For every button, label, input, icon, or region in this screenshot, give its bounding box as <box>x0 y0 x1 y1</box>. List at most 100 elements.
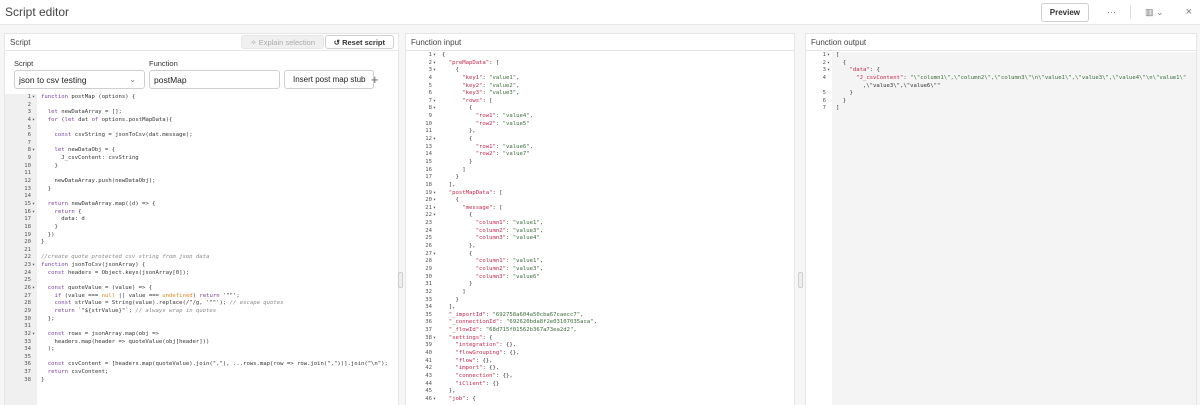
code-text: return newDataArray.map((d) => { <box>47 200 156 207</box>
line-number: 16 <box>425 166 432 173</box>
code-line: 25 "column3": "value4" <box>406 235 794 243</box>
close-icon[interactable]: × <box>1186 6 1192 18</box>
reset-script-button[interactable]: ↺ Reset script <box>324 35 394 49</box>
line-number: 36 <box>24 361 31 368</box>
insert-post-map-stub-button[interactable]: Insert post map stub <box>284 70 375 89</box>
line-number: 32 <box>425 288 432 295</box>
code-text: ], <box>442 304 456 311</box>
code-line: 34 ); <box>5 346 398 354</box>
code-line: 19 }) <box>5 232 398 240</box>
line-number: 19 <box>24 231 31 238</box>
line-number: 28 <box>24 300 31 307</box>
code-text: } <box>442 158 473 165</box>
code-line: 32 const rows = jsonArray.map(obj => <box>5 331 398 339</box>
resize-handle-left[interactable] <box>398 272 403 288</box>
code-text: "postMapData": [ <box>448 189 503 196</box>
line-number: 7 <box>406 98 436 106</box>
code-line: 30 }; <box>5 316 398 324</box>
line-number: 9 <box>27 155 31 162</box>
code-line: 16 return { <box>5 209 398 217</box>
add-icon[interactable]: + <box>371 72 379 87</box>
code-text: return `"${strValue}"`; // always wrap i… <box>54 307 217 314</box>
code-text: return { <box>54 208 82 215</box>
code-text: } <box>442 281 473 288</box>
code-line: 34 ], <box>406 304 794 312</box>
code-text: } <box>41 239 45 246</box>
code-text: "job": { <box>448 395 476 402</box>
code-line: 5 "key2": "value2", <box>406 83 794 91</box>
line-number: 26 <box>425 243 432 250</box>
line-number: 38 <box>406 335 436 343</box>
script-select[interactable]: json to csv testing ⌄ <box>14 70 145 89</box>
code-text: { <box>836 59 847 66</box>
code-line: 36 "_connectionId": "692620bda8f2e031070… <box>406 319 794 327</box>
code-text: }, <box>442 128 476 135</box>
code-line: 38} <box>5 377 398 385</box>
script-select-value: json to csv testing <box>19 74 87 85</box>
line-number: 5 <box>822 90 826 97</box>
code-line: 2 "preMapData": [ <box>406 60 794 68</box>
code-text: newDataArray.push(newDataObj); <box>41 178 156 185</box>
code-text: } <box>442 296 459 303</box>
code-line: ,\"value3\",\"value6\"" <box>806 83 1196 91</box>
more-icon[interactable]: ··· <box>1107 7 1116 17</box>
line-number: 25 <box>24 277 31 284</box>
line-number <box>806 83 830 91</box>
code-text: "flow": {}, <box>455 357 493 364</box>
code-line: 14 "row2": "value7" <box>406 151 794 159</box>
script-code-editor[interactable]: 1 function postMap (options) {23 let newD… <box>5 94 398 405</box>
line-number: 43 <box>425 372 432 379</box>
code-line: 40 "flowGrouping": {}, <box>406 350 794 358</box>
code-line: 44 "iClient": {} <box>406 381 794 389</box>
code-line: 46 "job": { <box>406 396 794 404</box>
line-number: 46 <box>406 396 436 404</box>
code-line: 23 function jsonToCsv(jsonArray) { <box>5 262 398 270</box>
code-text: const csvString = jsonToCsv(dat.message)… <box>54 132 193 139</box>
code-text: "_flowId": "68d715f01562b367a73ea2d2", <box>448 327 577 334</box>
resize-handle-right[interactable] <box>798 272 803 288</box>
code-text: } <box>836 90 853 97</box>
code-text: const quoteValue = (value) => { <box>47 285 153 292</box>
line-number: 33 <box>425 296 432 303</box>
line-number: 5 <box>428 82 432 89</box>
line-number: 17 <box>425 174 432 181</box>
layout-panel-icon[interactable]: ▥ ⌄ <box>1145 7 1164 18</box>
line-number: 4 <box>822 74 826 81</box>
line-number: 45 <box>425 388 432 395</box>
code-line: 11 <box>5 170 398 178</box>
code-line: 35 <box>5 354 398 362</box>
line-number: 3 <box>806 67 830 75</box>
line-number: 30 <box>425 273 432 280</box>
code-text: const rows = jsonArray.map(obj => <box>47 330 159 337</box>
code-text: "flowGrouping": {}, <box>455 349 520 356</box>
line-number: 7 <box>27 139 31 146</box>
function-input-editor[interactable]: 1{2 "preMapData": [3 {4 "key1": "value1"… <box>406 52 794 405</box>
code-text: "column2": "value3", <box>475 265 544 272</box>
code-text: "integration": {}, <box>455 342 517 349</box>
line-number: 15 <box>425 158 432 165</box>
code-line: 18 ], <box>406 182 794 190</box>
code-line: 2 { <box>806 60 1196 68</box>
code-text: } <box>41 223 58 230</box>
line-number: 35 <box>24 353 31 360</box>
code-line: 41 "flow": {}, <box>406 358 794 366</box>
line-number: 22 <box>406 212 436 220</box>
page-title: Script editor <box>5 5 70 19</box>
function-input[interactable]: postMap <box>149 70 280 89</box>
preview-button[interactable]: Preview <box>1040 2 1090 22</box>
code-line: 45 }, <box>406 388 794 396</box>
code-text: "row2": "value5" <box>475 120 530 127</box>
explain-selection-button[interactable]: ✧ Explain selection <box>241 35 324 49</box>
line-number: 4 <box>428 74 432 81</box>
line-number: 1 <box>806 52 830 60</box>
chevron-down-icon: ⌄ <box>129 75 136 84</box>
code-line: 19 "postMapData": [ <box>406 190 794 198</box>
function-input-panel: Function input 1{2 "preMapData": [3 {4 "… <box>405 33 795 405</box>
code-line: 39 "integration": {}, <box>406 342 794 350</box>
function-output-editor[interactable]: 1[2 {3 "data": {4 "J_csvContent": "\"col… <box>806 52 1196 405</box>
code-text: "data": { <box>849 67 880 74</box>
code-line: 17 } <box>406 174 794 182</box>
code-line: 1{ <box>406 52 794 60</box>
code-line: 12 { <box>406 136 794 144</box>
